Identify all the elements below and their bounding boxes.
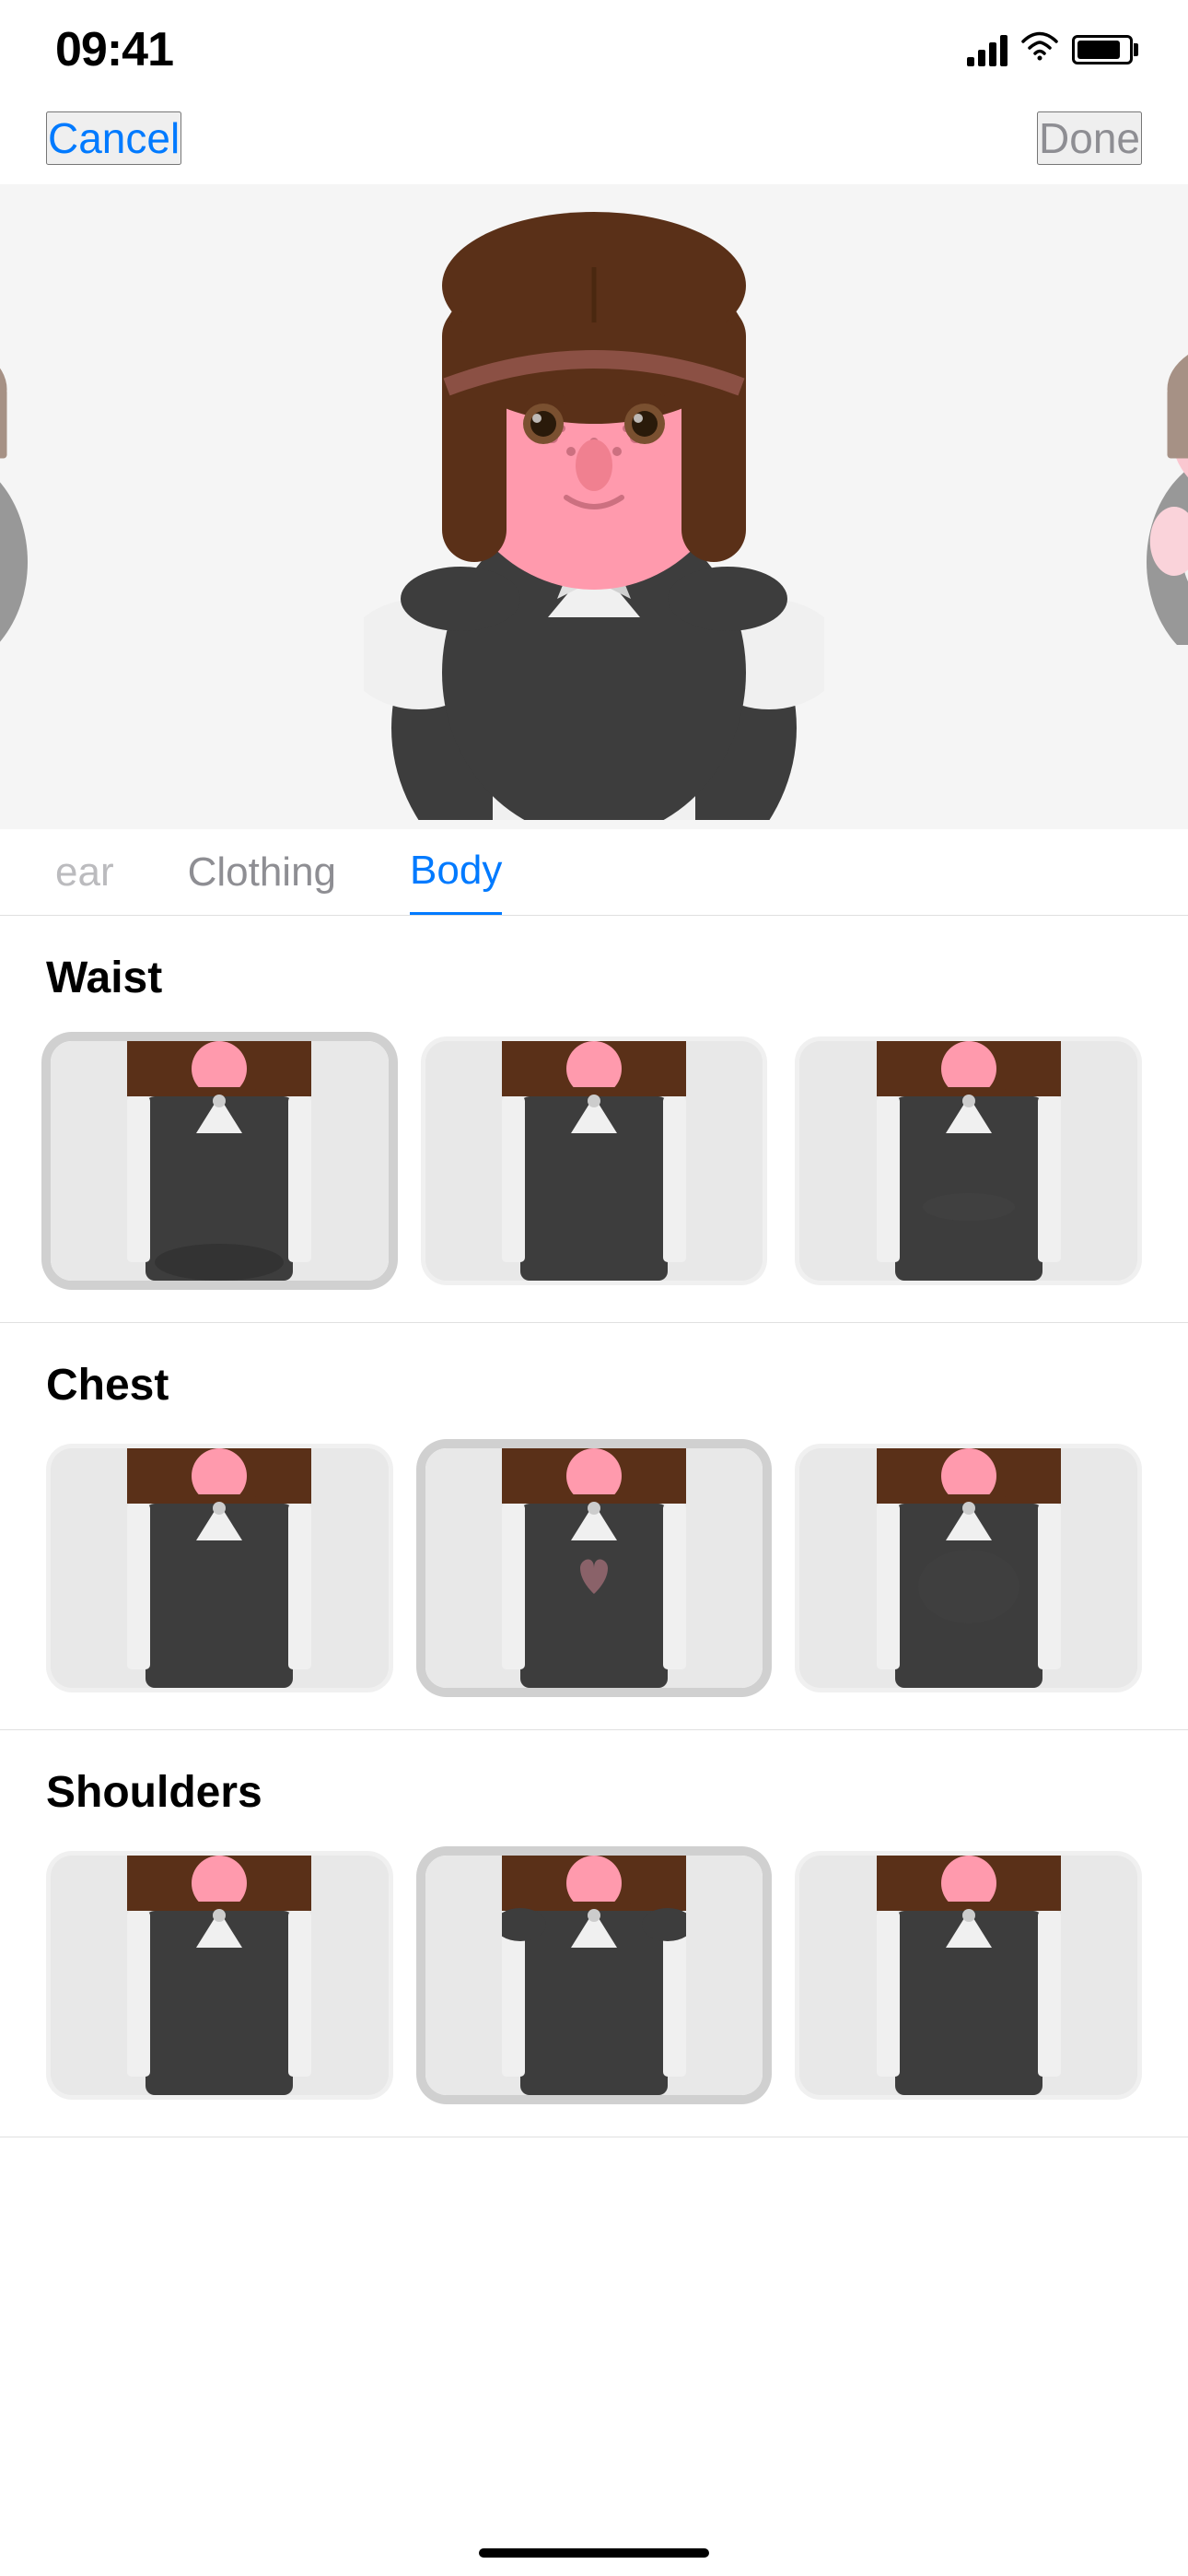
status-time: 09:41: [55, 22, 173, 77]
chest-option-1[interactable]: [46, 1444, 393, 1692]
shoulders-option-3[interactable]: [795, 1851, 1142, 2100]
battery-icon: [1072, 35, 1133, 64]
done-button[interactable]: Done: [1037, 111, 1142, 165]
cancel-button[interactable]: Cancel: [46, 111, 181, 165]
avatar-side-right: [1133, 299, 1188, 714]
avatar-main: [364, 193, 824, 820]
waist-option-2[interactable]: [421, 1036, 768, 1285]
waist-options-grid: [46, 1036, 1142, 1285]
chest-option-3[interactable]: [795, 1444, 1142, 1692]
tab-row: ear Clothing Body: [0, 829, 1188, 916]
waist-section-title: Waist: [46, 953, 1142, 1003]
waist-option-3[interactable]: [795, 1036, 1142, 1285]
tab-body[interactable]: Body: [410, 848, 502, 915]
avatar-side-left: [0, 299, 55, 714]
chest-section: Chest: [0, 1323, 1188, 1730]
shoulders-option-1[interactable]: [46, 1851, 393, 2100]
scrollable-content: ear Clothing Body Waist: [0, 829, 1188, 2137]
wifi-icon: [1020, 29, 1059, 71]
status-bar: 09:41: [0, 0, 1188, 92]
waist-section: Waist: [0, 916, 1188, 1323]
signal-bars-icon: [967, 33, 1007, 66]
waist-option-1[interactable]: [46, 1036, 393, 1285]
shoulders-section-title: Shoulders: [46, 1767, 1142, 1818]
shoulders-option-2[interactable]: [421, 1851, 768, 2100]
chest-option-2[interactable]: [421, 1444, 768, 1692]
home-indicator: [479, 2548, 709, 2558]
status-icons: [967, 29, 1133, 71]
shoulders-section: Shoulders: [0, 1730, 1188, 2137]
avatar-preview: [0, 184, 1188, 829]
chest-options-grid: [46, 1444, 1142, 1692]
shoulders-options-grid: [46, 1851, 1142, 2100]
nav-bar: Cancel Done: [0, 92, 1188, 184]
tab-clothing[interactable]: Clothing: [188, 849, 336, 914]
tab-headwear[interactable]: ear: [55, 849, 114, 914]
chest-section-title: Chest: [46, 1360, 1142, 1411]
